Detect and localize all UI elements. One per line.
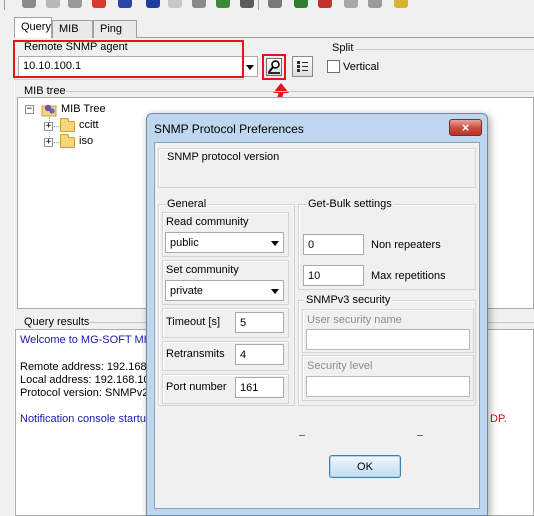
tab-ping[interactable]: Ping xyxy=(93,20,137,38)
snmp-preferences-dialog: SNMP Protocol Preferences × SNMP protoco… xyxy=(146,113,488,516)
log-line: Notification console startup xyxy=(20,413,153,425)
vertical-checkbox-label[interactable]: Vertical xyxy=(343,61,379,73)
timeout-value: 5 xyxy=(240,317,247,329)
port-label: Port number xyxy=(166,381,227,393)
port-value: 161 xyxy=(240,382,259,394)
folder-icon xyxy=(60,118,75,132)
divider xyxy=(356,49,534,50)
getbulk-label: Get-Bulk settings xyxy=(306,198,394,210)
retransmits-label: Retransmits xyxy=(166,348,225,360)
max-repetitions-input[interactable]: 10 xyxy=(303,265,364,286)
mib-tree-root-icon xyxy=(41,104,57,117)
retransmits-input[interactable]: 4 xyxy=(235,344,284,365)
toolbar-tool-icon[interactable] xyxy=(68,0,82,8)
set-community-value: private xyxy=(170,285,204,297)
dash-mark xyxy=(299,435,305,436)
query-results-label: Query results xyxy=(22,316,92,328)
toolbar-tool-icon[interactable] xyxy=(268,0,282,8)
close-button[interactable]: × xyxy=(449,119,482,136)
toolbar-separator xyxy=(4,0,5,10)
snmpv3-label: SNMPv3 security xyxy=(304,294,393,306)
toolbar-tool-icon[interactable] xyxy=(216,0,230,8)
read-community-combo[interactable]: public xyxy=(165,232,284,253)
toolbar-tool-icon[interactable] xyxy=(344,0,358,8)
port-input[interactable]: 161 xyxy=(235,377,284,398)
log-line-tail: DP. xyxy=(490,413,507,425)
log-line: Local address: 192.168.10 xyxy=(20,374,150,386)
query-agent-icon xyxy=(266,58,282,76)
query-agent-icon-glyph xyxy=(268,60,280,74)
timeout-input[interactable]: 5 xyxy=(235,312,284,333)
toolbar-tool-icon[interactable] xyxy=(318,0,332,8)
toolbar-tool-icon[interactable] xyxy=(118,0,132,8)
tab-label: Ping xyxy=(100,23,123,35)
general-label: General xyxy=(165,198,209,210)
main-tab-bar: Query MIB Ping xyxy=(14,17,534,38)
mib-tree-label-text: MIB tree xyxy=(24,85,66,97)
dialog-title: SNMP Protocol Preferences xyxy=(154,122,304,136)
user-security-input[interactable] xyxy=(306,329,470,350)
max-repetitions-label: Max repetitions xyxy=(371,270,446,282)
dialog-body: SNMP protocol version General Read commu… xyxy=(154,142,480,509)
max-repetitions-value: 10 xyxy=(308,270,321,282)
split-label: Split xyxy=(330,42,356,54)
chevron-down-icon[interactable] xyxy=(271,289,279,294)
non-repeaters-label: Non repeaters xyxy=(371,239,441,251)
non-repeaters-value: 0 xyxy=(308,239,315,251)
ok-button-label: OK xyxy=(357,461,373,473)
log-line: Remote address: 192.168.1 xyxy=(20,361,156,373)
security-level-label: Security level xyxy=(307,360,373,372)
set-community-label: Set community xyxy=(166,264,239,276)
folder-icon xyxy=(60,134,75,148)
retransmits-value: 4 xyxy=(240,349,247,361)
chevron-down-icon[interactable] xyxy=(246,65,254,70)
vertical-checkbox[interactable] xyxy=(327,60,340,73)
toolbar-tool-icon[interactable] xyxy=(146,0,160,8)
tree-node-root[interactable]: MIB Tree xyxy=(61,103,106,115)
split-label-text: Split xyxy=(332,42,354,54)
security-level-input[interactable] xyxy=(306,376,470,397)
toolbar-tool-icon[interactable] xyxy=(22,0,36,8)
user-security-label: User security name xyxy=(307,314,402,326)
read-community-label: Read community xyxy=(166,216,249,228)
tree-collapse-icon[interactable]: − xyxy=(25,105,34,114)
divider xyxy=(66,91,534,92)
tree-node-iso[interactable]: iso xyxy=(79,135,93,147)
tab-label: MIB xyxy=(59,23,79,35)
close-icon: × xyxy=(461,120,470,135)
mib-tree-label: MIB tree xyxy=(22,85,68,97)
log-line: Welcome to MG-SOFT MIB xyxy=(20,334,155,346)
log-line: Protocol version: SNMPv2 xyxy=(20,387,149,399)
ok-button[interactable]: OK xyxy=(329,455,401,478)
timeout-label: Timeout [s] xyxy=(166,316,220,328)
list-properties-button[interactable] xyxy=(292,56,313,77)
toolbar-tool-icon[interactable] xyxy=(46,0,60,8)
toolbar-separator xyxy=(258,0,259,10)
toolbar-tool-icon[interactable] xyxy=(192,0,206,8)
tree-expand-icon[interactable]: + xyxy=(44,122,53,131)
toolbar-tool-icon[interactable] xyxy=(294,0,308,8)
highlight-box xyxy=(13,40,244,78)
dash-mark xyxy=(417,435,423,436)
list-properties-icon xyxy=(297,61,308,72)
tab-query[interactable]: Query xyxy=(14,17,52,38)
tab-label: Query xyxy=(21,21,51,33)
toolbar-tool-icon[interactable] xyxy=(92,0,106,8)
protocol-version-label: SNMP protocol version xyxy=(167,151,280,163)
tree-node-ccitt[interactable]: ccitt xyxy=(79,119,99,131)
query-agent-button[interactable] xyxy=(262,54,286,80)
toolbar xyxy=(0,0,534,16)
tab-mib[interactable]: MIB xyxy=(52,20,93,38)
read-community-value: public xyxy=(170,237,199,249)
query-results-label-text: Query results xyxy=(24,316,90,328)
toolbar-tool-icon[interactable] xyxy=(168,0,182,8)
toolbar-tool-icon[interactable] xyxy=(240,0,254,8)
set-community-combo[interactable]: private xyxy=(165,280,284,301)
chevron-down-icon[interactable] xyxy=(271,241,279,246)
non-repeaters-input[interactable]: 0 xyxy=(303,234,364,255)
tree-expand-icon[interactable]: + xyxy=(44,138,53,147)
toolbar-tool-icon[interactable] xyxy=(368,0,382,8)
toolbar-tool-icon[interactable] xyxy=(394,0,408,8)
